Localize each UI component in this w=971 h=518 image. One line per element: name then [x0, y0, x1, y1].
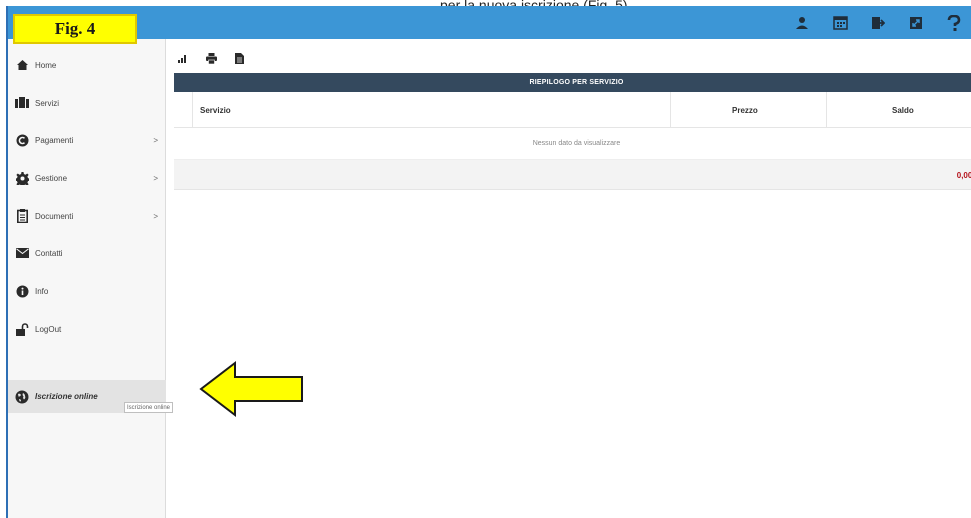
print-icon[interactable]	[201, 49, 221, 67]
user-icon[interactable]	[783, 6, 821, 39]
total-row: 0,00 €	[174, 160, 971, 190]
sidebar-item-documenti[interactable]: Documenti >	[8, 204, 166, 228]
sidebar-item-label: Servizi	[35, 98, 60, 108]
sidebar-item-label: LogOut	[35, 324, 62, 334]
sidebar-item-contatti[interactable]: Contatti	[8, 241, 166, 265]
sidebar-item-label: Info	[35, 286, 49, 296]
globe-icon	[15, 390, 29, 404]
tooltip: Iscrizione online	[124, 402, 174, 413]
chevron-right-icon: >	[153, 135, 158, 145]
sidebar-item-label: Home	[35, 60, 57, 70]
sidebar-item-label: Documenti	[35, 211, 74, 221]
annotation-arrow-icon	[199, 360, 303, 418]
help-icon[interactable]	[935, 6, 971, 39]
figure-label: Fig. 4	[13, 14, 137, 44]
table-header: Servizio Prezzo Saldo	[174, 92, 971, 128]
column-header-servizio[interactable]: Servizio	[200, 92, 231, 128]
column-header-saldo[interactable]: Saldo	[892, 92, 914, 128]
sidebar: Home Servizi Pagamenti > Gestione > Docu…	[8, 39, 166, 518]
chevron-right-icon: >	[153, 211, 158, 221]
envelope-icon	[15, 246, 29, 260]
panel-title: RIEPILOGO PER SERVIZIO	[174, 73, 971, 92]
sidebar-item-info[interactable]: Info	[8, 279, 166, 303]
sidebar-item-label: Iscrizione online	[35, 392, 98, 401]
column-divider	[670, 92, 671, 128]
logout-icon[interactable]	[859, 6, 897, 39]
payment-icon	[15, 133, 29, 147]
top-bar	[8, 6, 971, 39]
unlock-icon	[15, 322, 29, 336]
top-bar-actions	[783, 6, 971, 39]
sidebar-item-pagamenti[interactable]: Pagamenti >	[8, 128, 166, 152]
sidebar-item-servizi[interactable]: Servizi	[8, 91, 166, 115]
sidebar-item-logout[interactable]: LogOut	[8, 317, 166, 341]
grid-icon	[15, 96, 29, 110]
chart-icon[interactable]	[173, 49, 193, 67]
column-divider	[826, 92, 827, 128]
total-value: 0,00 €	[956, 170, 971, 180]
report-toolbar	[173, 48, 249, 68]
home-icon	[15, 58, 29, 72]
sidebar-item-gestione[interactable]: Gestione >	[8, 166, 166, 190]
summary-panel: RIEPILOGO PER SERVIZIO Servizio Prezzo S…	[174, 73, 971, 190]
calendar-icon[interactable]	[821, 6, 859, 39]
sidebar-item-home[interactable]: Home	[8, 53, 166, 77]
chevron-right-icon: >	[153, 173, 158, 183]
column-divider	[192, 92, 193, 128]
info-icon	[15, 284, 29, 298]
column-header-prezzo[interactable]: Prezzo	[732, 92, 758, 128]
empty-message: Nessun dato da visualizzare	[174, 128, 971, 160]
sidebar-item-label: Contatti	[35, 248, 63, 258]
sidebar-item-label: Pagamenti	[35, 135, 74, 145]
gear-icon	[15, 171, 29, 185]
app-window: Home Servizi Pagamenti > Gestione > Docu…	[6, 6, 971, 518]
document-icon	[15, 209, 29, 223]
resize-icon[interactable]	[897, 6, 935, 39]
sidebar-item-label: Gestione	[35, 173, 68, 183]
document-export-icon[interactable]	[229, 49, 249, 67]
